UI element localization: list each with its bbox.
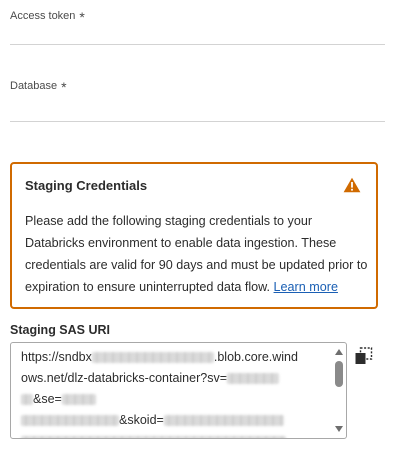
redacted-text <box>163 415 284 427</box>
sas-uri-line: https://sndbx .blob.core.wind <box>21 347 326 368</box>
redacted-text <box>21 415 119 427</box>
sas-uri-text: &se= <box>33 392 62 406</box>
database-label-row: Database * <box>10 79 385 95</box>
database-label: Database <box>10 80 58 92</box>
access-token-field: Access token * <box>10 10 385 45</box>
sas-uri-line: ows.net/dlz-databricks-container?sv= <box>21 368 326 389</box>
redacted-text <box>227 373 279 385</box>
learn-more-link[interactable]: Learn more <box>274 280 338 294</box>
sas-uri-text: &skoid= <box>119 413 164 427</box>
sas-uri-text: ows.net/dlz-databricks-container?sv= <box>21 371 227 385</box>
staging-credentials-alert: Staging Credentials Please add the follo… <box>10 162 378 309</box>
database-input[interactable] <box>10 121 385 122</box>
scroll-up-arrow-icon[interactable] <box>335 349 343 355</box>
sas-uri-value: https://sndbx .blob.core.wind ows.net/dlz… <box>21 347 326 438</box>
redacted-text <box>21 394 33 406</box>
warning-icon <box>343 177 361 193</box>
sas-uri-text: https://sndbx <box>21 350 92 364</box>
sas-uri-text: .blob.core.wind <box>213 350 298 364</box>
sas-uri-line: &skoid= <box>21 410 326 431</box>
access-token-input[interactable] <box>10 44 385 45</box>
redacted-text <box>21 436 286 438</box>
scroll-down-arrow-icon[interactable] <box>335 426 343 432</box>
access-token-label: Access token <box>10 10 76 22</box>
staging-credentials-form: Access token * Database * Staging Creden… <box>0 0 400 452</box>
redacted-text <box>61 394 96 406</box>
sas-uri-label: Staging SAS URI <box>10 323 111 337</box>
database-field: Database * <box>10 80 385 122</box>
scrollbar-thumb[interactable] <box>335 361 343 387</box>
required-asterisk-icon: * <box>79 9 85 25</box>
redacted-text <box>91 352 214 364</box>
sas-uri-textarea[interactable]: https://sndbx .blob.core.wind ows.net/dlz… <box>10 342 347 439</box>
alert-title: Staging Credentials <box>25 178 148 193</box>
sas-uri-line: &se= <box>21 389 326 410</box>
required-asterisk-icon: * <box>61 79 67 95</box>
access-token-label-row: Access token * <box>10 9 385 25</box>
sas-uri-line <box>21 431 326 438</box>
alert-body: Please add the following staging credent… <box>25 210 370 298</box>
textarea-scrollbar[interactable] <box>332 343 346 438</box>
copy-icon[interactable] <box>354 346 374 366</box>
